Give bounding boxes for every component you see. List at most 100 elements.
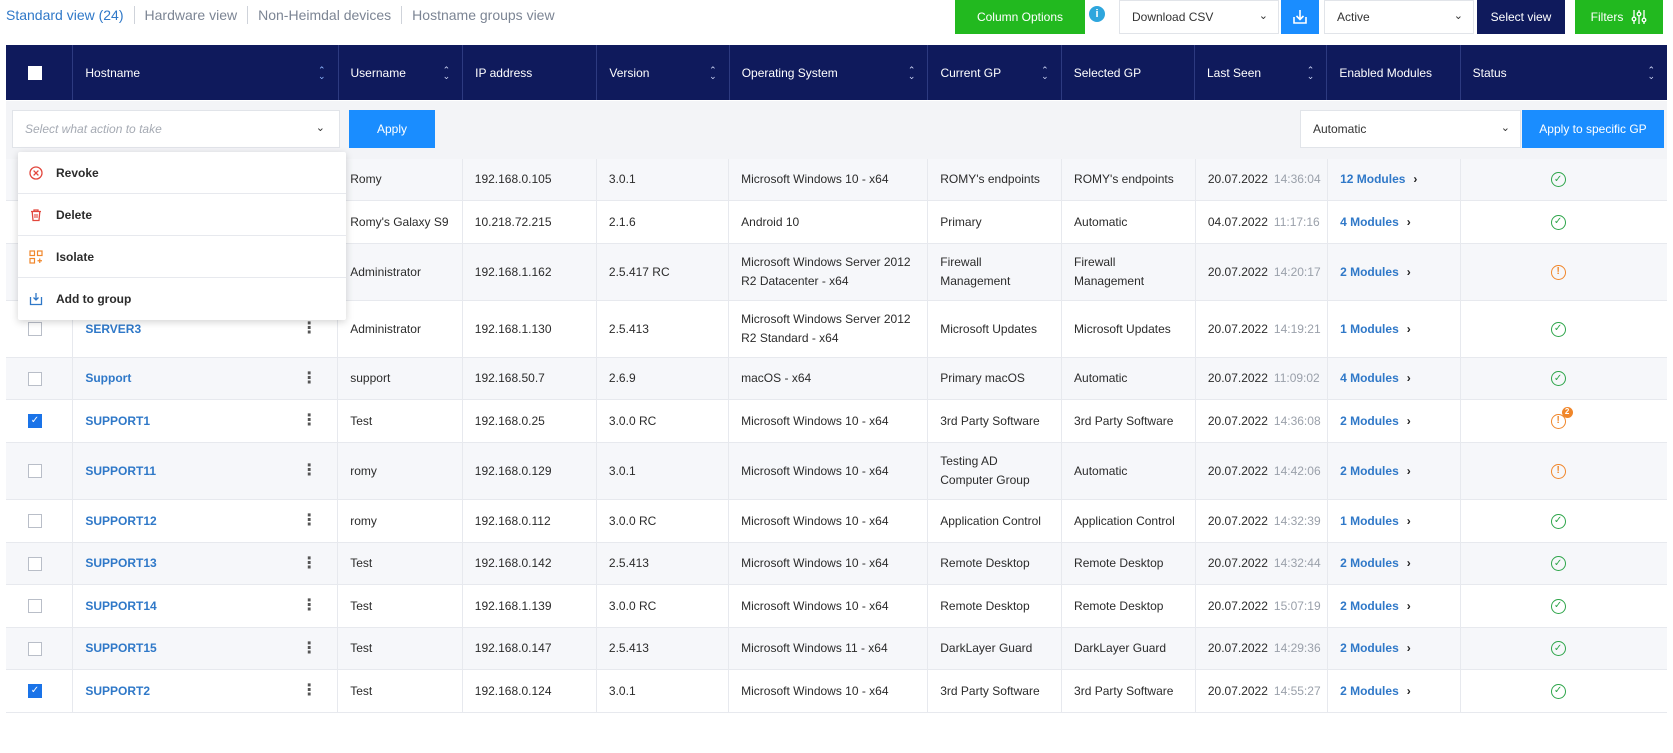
tab-hostname-groups-view[interactable]: Hostname groups view bbox=[401, 6, 564, 24]
column-header-enabled-modules[interactable]: Enabled Modules bbox=[1327, 45, 1461, 100]
modules-count: 12 Modules bbox=[1340, 172, 1406, 186]
modules-link[interactable]: 2 Modules › bbox=[1340, 639, 1411, 658]
more-options-icon[interactable]: ⋮ bbox=[301, 640, 317, 657]
modules-link[interactable]: 2 Modules › bbox=[1340, 682, 1411, 701]
more-options-icon[interactable]: ⋮ bbox=[301, 598, 317, 614]
row-checkbox[interactable] bbox=[28, 599, 42, 613]
more-options-icon[interactable]: ⋮ bbox=[301, 321, 317, 337]
current-gp-cell: Primary bbox=[928, 201, 1063, 243]
hostname-link[interactable]: SUPPORT1 bbox=[85, 412, 150, 431]
column-header-username[interactable]: Username ⌃ ⌄ bbox=[339, 45, 464, 100]
status-cell: ✓ bbox=[1461, 159, 1667, 200]
row-checkbox-checked[interactable]: ✓ bbox=[28, 684, 42, 698]
tab-standard-view[interactable]: Standard view (24) bbox=[6, 6, 134, 24]
row-checkbox[interactable] bbox=[28, 371, 42, 386]
select-view-button[interactable]: Select view bbox=[1477, 0, 1565, 34]
last-seen-time: 14:55:27 bbox=[1273, 683, 1321, 698]
download-csv-select[interactable]: Download CSV ⌄ bbox=[1119, 0, 1279, 34]
menu-item-add-to-group[interactable]: Add to group bbox=[18, 278, 346, 320]
menu-item-delete[interactable]: Delete bbox=[18, 194, 346, 236]
modules-link[interactable]: 1 Modules › bbox=[1340, 512, 1411, 531]
ip-text: 192.168.0.147 bbox=[474, 641, 552, 655]
apply-to-specific-gp-button[interactable]: Apply to specific GP bbox=[1522, 110, 1664, 148]
modules-link[interactable]: 12 Modules › bbox=[1340, 170, 1417, 189]
status-ok-icon: ✓ bbox=[1550, 513, 1566, 529]
version-cell: 3.0.1 bbox=[597, 670, 730, 712]
current-gp-text: Remote Desktop bbox=[940, 598, 1030, 613]
column-header-current-gp[interactable]: Current GP ⌃ ⌄ bbox=[928, 45, 1062, 100]
row-checkbox[interactable] bbox=[28, 556, 42, 571]
hostname-link[interactable]: SUPPORT13 bbox=[85, 554, 156, 573]
apply-button[interactable]: Apply bbox=[349, 110, 435, 148]
hostname-link[interactable]: SUPPORT11 bbox=[85, 462, 156, 481]
more-options-icon[interactable]: ⋮ bbox=[301, 683, 317, 699]
last-seen-time: 14:20:17 bbox=[1273, 264, 1321, 279]
more-options-icon[interactable]: ⋮ bbox=[301, 555, 317, 572]
select-all-checkbox[interactable] bbox=[28, 65, 42, 80]
ip-text: 192.168.0.124 bbox=[474, 683, 552, 698]
current-gp-text: Primary macOS bbox=[940, 371, 1025, 385]
column-header-ip-address[interactable]: IP address bbox=[463, 45, 598, 100]
column-header-last-seen[interactable]: Last Seen ⌃ ⌄ bbox=[1195, 45, 1328, 100]
row-checkbox[interactable] bbox=[28, 514, 42, 528]
gp-select[interactable]: Automatic ⌄ bbox=[1300, 110, 1521, 148]
column-header-version[interactable]: Version ⌃ ⌄ bbox=[597, 45, 730, 100]
column-options-button[interactable]: Column Options bbox=[955, 0, 1085, 34]
modules-link[interactable]: 2 Modules › bbox=[1340, 263, 1411, 282]
hostname-link[interactable]: Support bbox=[85, 369, 131, 388]
row-checkbox-checked[interactable]: ✓ bbox=[28, 414, 42, 428]
version-cell: 2.5.413 bbox=[597, 301, 730, 357]
ip-cell: 192.168.1.130 bbox=[463, 301, 597, 357]
table-row[interactable]: SUPPORT14 ⋮ Test 192.168.1.139 3.0.0 RC … bbox=[6, 585, 1667, 628]
more-options-icon[interactable]: ⋮ bbox=[301, 513, 317, 529]
modules-link[interactable]: 1 Modules › bbox=[1340, 320, 1411, 339]
menu-item-revoke[interactable]: Revoke bbox=[18, 152, 346, 194]
row-checkbox[interactable] bbox=[28, 322, 42, 336]
hostname-link[interactable]: SUPPORT15 bbox=[85, 639, 156, 658]
info-icon[interactable]: i bbox=[1089, 6, 1105, 22]
last-seen-time: 14:29:36 bbox=[1273, 641, 1321, 655]
modules-link[interactable]: 2 Modules › bbox=[1340, 462, 1411, 481]
last-seen-date: 20.07.2022 bbox=[1207, 598, 1268, 613]
hostname-link[interactable]: SERVER3 bbox=[85, 320, 141, 339]
table-row[interactable]: SUPPORT15 ⋮ Test 192.168.0.147 2.5.413 M… bbox=[6, 628, 1667, 670]
table-row[interactable]: SUPPORT12 ⋮ romy 192.168.0.112 3.0.0 RC … bbox=[6, 500, 1667, 543]
username-text: Test bbox=[350, 413, 373, 428]
table-row[interactable]: SUPPORT13 ⋮ Test 192.168.0.142 2.5.413 M… bbox=[6, 543, 1667, 585]
current-gp-text: ROMY's endpoints bbox=[940, 172, 1040, 186]
menu-item-isolate[interactable]: Isolate bbox=[18, 236, 346, 278]
column-header-operating-system[interactable]: Operating System ⌃ ⌄ bbox=[730, 45, 929, 100]
table-row[interactable]: ✓ SUPPORT1 ⋮ Test 192.168.0.25 3.0.0 RC … bbox=[6, 400, 1667, 443]
status-filter-select[interactable]: Active ⌄ bbox=[1324, 0, 1474, 34]
current-gp-cell: Microsoft Updates bbox=[928, 301, 1063, 357]
tab-non-heimdal-devices[interactable]: Non-Heimdal devices bbox=[247, 6, 401, 24]
column-header-status[interactable]: Status ⌃ ⌄ bbox=[1461, 45, 1667, 100]
os-text: Microsoft Windows 10 - x64 bbox=[741, 598, 889, 613]
tab-hardware-view[interactable]: Hardware view bbox=[133, 6, 248, 24]
modules-link[interactable]: 2 Modules › bbox=[1340, 412, 1411, 431]
modules-link[interactable]: 4 Modules › bbox=[1340, 369, 1411, 388]
os-cell: Android 10 bbox=[729, 201, 929, 243]
column-header-hostname[interactable]: Hostname ⌃ ⌄ bbox=[73, 45, 339, 100]
modules-link[interactable]: 2 Modules › bbox=[1340, 597, 1411, 616]
row-checkbox[interactable] bbox=[28, 464, 42, 478]
table-row[interactable]: Support ⋮ support 192.168.50.7 2.6.9 mac… bbox=[6, 358, 1667, 400]
hostname-link[interactable]: SUPPORT14 bbox=[85, 597, 156, 616]
modules-link[interactable]: 2 Modules › bbox=[1340, 554, 1411, 573]
table-row[interactable]: ✓ SUPPORT2 ⋮ Test 192.168.0.124 3.0.1 Mi… bbox=[6, 670, 1667, 713]
filters-button[interactable]: Filters bbox=[1575, 0, 1663, 34]
action-select[interactable]: Select what action to take ⌄ bbox=[12, 110, 340, 148]
more-options-icon[interactable]: ⋮ bbox=[301, 413, 317, 429]
select-all-cell bbox=[6, 45, 74, 100]
more-options-icon[interactable]: ⋮ bbox=[301, 370, 317, 387]
more-options-icon[interactable]: ⋮ bbox=[301, 463, 317, 479]
row-checkbox[interactable] bbox=[28, 641, 42, 656]
modules-link[interactable]: 4 Modules › bbox=[1340, 213, 1411, 232]
download-button[interactable] bbox=[1281, 0, 1319, 34]
column-header-selected-gp[interactable]: Selected GP bbox=[1062, 45, 1195, 100]
hostname-link[interactable]: SUPPORT2 bbox=[85, 682, 150, 701]
table-row[interactable]: SUPPORT11 ⋮ romy 192.168.0.129 3.0.1 Mic… bbox=[6, 443, 1667, 500]
isolate-icon bbox=[28, 249, 44, 265]
status-cell: ✓ bbox=[1461, 585, 1667, 627]
hostname-link[interactable]: SUPPORT12 bbox=[85, 512, 156, 531]
